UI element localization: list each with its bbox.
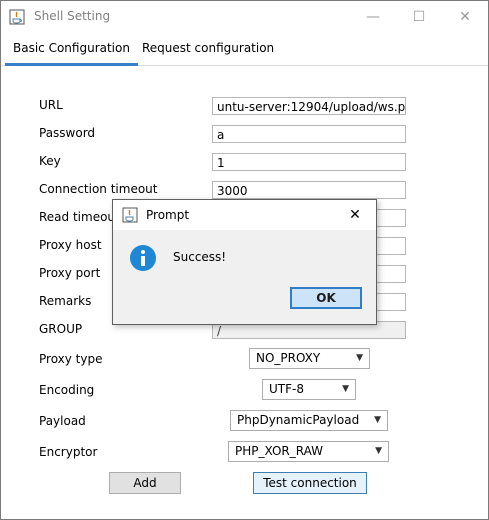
minimize-button[interactable]: —	[350, 1, 396, 32]
info-icon	[130, 245, 156, 271]
dialog-close-button[interactable]: ✕	[337, 200, 373, 230]
close-button[interactable]: ✕	[442, 1, 488, 32]
encryptor-value: PHP_XOR_RAW	[235, 444, 324, 458]
close-icon: ✕	[459, 8, 471, 25]
shell-setting-window: Shell Setting — ☐ ✕ Basic Configuration …	[0, 0, 489, 520]
encryptor-select[interactable]: PHP_XOR_RAW ▼	[228, 441, 389, 462]
tab-request-configuration[interactable]: Request configuration	[134, 35, 282, 63]
java-coffee-icon	[122, 207, 138, 223]
add-button[interactable]: Add	[109, 472, 181, 494]
proxy-host-label: Proxy host	[39, 238, 102, 252]
maximize-button[interactable]: ☐	[396, 1, 442, 32]
tab-basic-configuration[interactable]: Basic Configuration	[5, 35, 138, 66]
dialog-message: Success!	[173, 250, 227, 264]
close-icon: ✕	[349, 207, 361, 223]
encryptor-label: Encryptor	[39, 445, 98, 459]
maximize-icon: ☐	[412, 8, 426, 25]
encoding-label: Encoding	[39, 383, 95, 397]
group-label: GROUP	[39, 322, 83, 336]
chevron-down-icon: ▼	[342, 384, 349, 394]
proxy-port-label: Proxy port	[39, 266, 101, 280]
payload-select[interactable]: PhpDynamicPayload ▼	[230, 410, 388, 431]
password-input[interactable]: a	[212, 125, 406, 143]
ok-button[interactable]: OK	[290, 287, 362, 309]
key-input[interactable]: 1	[212, 153, 406, 171]
window-title: Shell Setting	[34, 9, 111, 23]
chevron-down-icon: ▼	[356, 353, 363, 363]
minimize-icon: —	[366, 8, 380, 25]
java-coffee-icon	[9, 9, 25, 25]
key-label: Key	[39, 154, 61, 168]
connection-timeout-label: Connection timeout	[39, 182, 158, 196]
proxy-type-value: NO_PROXY	[256, 351, 321, 365]
payload-label: Payload	[39, 414, 86, 428]
password-label: Password	[39, 126, 96, 140]
prompt-dialog: Prompt ✕ Success! OK	[112, 199, 377, 325]
read-timeout-label: Read timeout	[39, 210, 120, 224]
url-input[interactable]: untu-server:12904/upload/ws.php.	[212, 97, 406, 115]
url-label: URL	[39, 98, 63, 112]
dialog-title-bar[interactable]: Prompt ✕	[113, 200, 376, 230]
tab-bar: Basic Configuration Request configuratio…	[1, 35, 488, 66]
chevron-down-icon: ▼	[374, 415, 381, 425]
chevron-down-icon: ▼	[375, 446, 382, 456]
test-connection-button[interactable]: Test connection	[253, 472, 367, 494]
proxy-type-label: Proxy type	[39, 352, 103, 366]
encoding-value: UTF-8	[269, 382, 304, 396]
encoding-select[interactable]: UTF-8 ▼	[262, 379, 356, 400]
connection-timeout-input[interactable]: 3000	[212, 181, 406, 199]
remarks-label: Remarks	[39, 294, 92, 308]
title-bar[interactable]: Shell Setting — ☐ ✕	[1, 1, 488, 32]
proxy-type-select[interactable]: NO_PROXY ▼	[249, 348, 370, 369]
payload-value: PhpDynamicPayload	[237, 413, 360, 427]
dialog-title: Prompt	[146, 208, 190, 222]
